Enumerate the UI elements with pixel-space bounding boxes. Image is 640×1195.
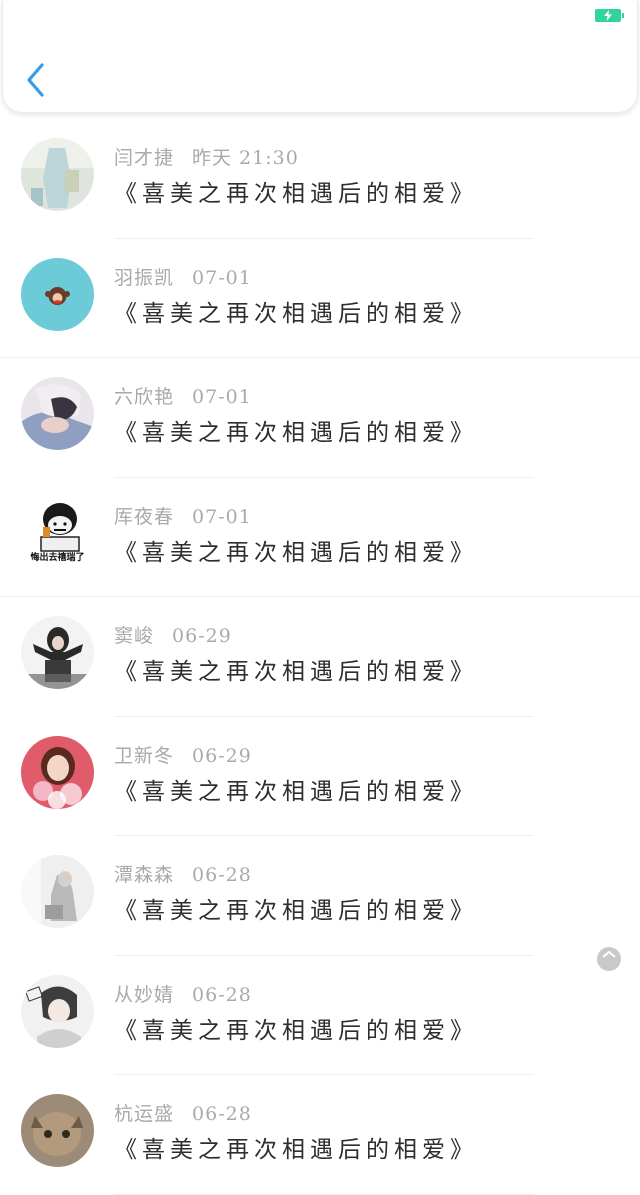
timestamp: 06-28 — [192, 983, 252, 1006]
book-title[interactable]: 《喜美之再次相遇后的相爱》 — [114, 533, 478, 567]
timestamp: 06-29 — [192, 744, 252, 767]
comment-meta: 闫才捷 昨天 21:30 — [114, 143, 299, 170]
list-item[interactable]: 潭森森 06-28 《喜美之再次相遇后的相爱》 — [0, 836, 640, 956]
comment-meta: 窦峻 06-29 — [114, 621, 232, 648]
user-name[interactable]: 卫新冬 — [114, 745, 174, 767]
user-name[interactable]: 窦峻 — [114, 625, 154, 647]
user-name[interactable]: 羽振凯 — [114, 267, 174, 289]
avatar[interactable] — [21, 257, 94, 331]
avatar[interactable]: 悔出去禧瑞了 — [21, 496, 94, 570]
list-item[interactable]: 从妙婧 06-28 《喜美之再次相遇后的相爱》 — [0, 956, 640, 1075]
comment-meta: 杭运盛 06-28 — [114, 1099, 252, 1126]
book-title[interactable]: 《喜美之再次相遇后的相爱》 — [114, 174, 478, 208]
list-item[interactable]: 六欣艳 07-01 《喜美之再次相遇后的相爱》 — [0, 358, 640, 478]
comment-meta: 潭森森 06-28 — [114, 860, 252, 887]
timestamp: 07-01 — [192, 266, 252, 289]
avatar[interactable] — [21, 855, 94, 928]
book-title[interactable]: 《喜美之再次相遇后的相爱》 — [114, 1011, 478, 1045]
comment-meta: 六欣艳 07-01 — [114, 382, 252, 409]
user-name[interactable]: 闫才捷 — [114, 147, 174, 169]
timestamp: 06-29 — [172, 625, 232, 647]
top-bar — [2, 0, 638, 113]
timestamp: 昨天 21:30 — [192, 147, 299, 169]
comment-meta: 从妙婧 06-28 — [114, 980, 252, 1007]
list-item[interactable]: 悔出去禧瑞了 厍夜春 07-01 《喜美之再次相遇后的相爱》 — [0, 478, 640, 597]
avatar[interactable] — [21, 616, 94, 689]
book-title[interactable]: 《喜美之再次相遇后的相爱》 — [114, 772, 478, 806]
user-name[interactable]: 潭森森 — [114, 864, 174, 886]
scroll-top-button[interactable] — [597, 947, 621, 971]
book-title[interactable]: 《喜美之再次相遇后的相爱》 — [114, 652, 478, 686]
avatar[interactable] — [21, 974, 94, 1048]
chevron-up-icon — [602, 950, 616, 958]
user-name[interactable]: 从妙婧 — [114, 984, 174, 1006]
chevron-left-icon — [27, 63, 44, 97]
timestamp: 06-28 — [192, 1103, 252, 1125]
user-name[interactable]: 杭运盛 — [114, 1103, 174, 1125]
sticker-caption: 悔出去禧瑞了 — [30, 551, 84, 563]
back-button[interactable] — [21, 62, 51, 100]
timestamp: 07-01 — [192, 386, 252, 408]
comment-list: 闫才捷 昨天 21:30 《喜美之再次相遇后的相爱》 羽振凯 07-01 《喜美之再… — [0, 119, 640, 1195]
avatar[interactable] — [21, 138, 94, 211]
book-title[interactable]: 《喜美之再次相遇后的相爱》 — [114, 294, 478, 328]
user-name[interactable]: 六欣艳 — [114, 386, 174, 408]
timestamp: 06-28 — [192, 864, 252, 886]
list-item[interactable]: 窦峻 06-29 《喜美之再次相遇后的相爱》 — [0, 597, 640, 717]
comment-meta: 厍夜春 07-01 — [114, 502, 252, 529]
list-item[interactable]: 羽振凯 07-01 《喜美之再次相遇后的相爱》 — [0, 239, 640, 358]
comment-meta: 卫新冬 06-29 — [114, 741, 252, 768]
timestamp: 07-01 — [192, 505, 252, 528]
avatar[interactable] — [21, 377, 94, 450]
user-name[interactable]: 厍夜春 — [114, 506, 174, 528]
list-item[interactable]: 卫新冬 06-29 《喜美之再次相遇后的相爱》 — [0, 717, 640, 836]
book-title[interactable]: 《喜美之再次相遇后的相爱》 — [114, 413, 478, 447]
book-title[interactable]: 《喜美之再次相遇后的相爱》 — [114, 891, 478, 925]
book-title[interactable]: 《喜美之再次相遇后的相爱》 — [114, 1130, 478, 1164]
divider — [114, 1193, 534, 1195]
list-item[interactable]: 闫才捷 昨天 21:30 《喜美之再次相遇后的相爱》 — [0, 119, 640, 239]
comment-meta: 羽振凯 07-01 — [114, 263, 252, 290]
list-item[interactable]: 杭运盛 06-28 《喜美之再次相遇后的相爱》 — [0, 1075, 640, 1195]
avatar[interactable] — [21, 1094, 94, 1167]
avatar[interactable] — [21, 735, 94, 809]
battery-icon — [595, 9, 624, 22]
